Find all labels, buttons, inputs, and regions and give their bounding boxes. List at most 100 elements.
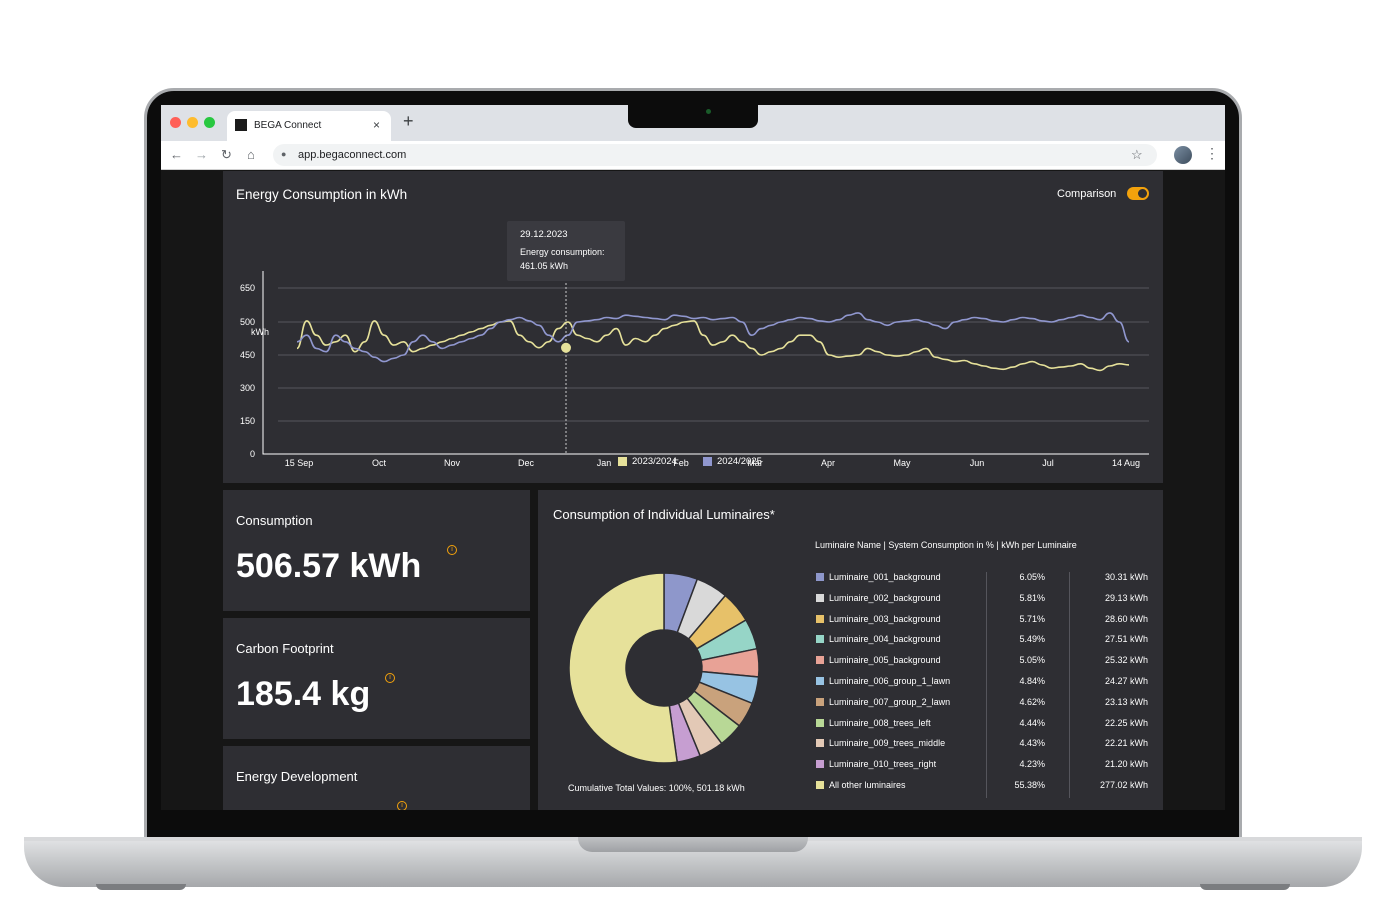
luminaire-swatch bbox=[816, 718, 824, 727]
hover-point[interactable] bbox=[561, 342, 571, 353]
y-tick-label: 500 bbox=[240, 317, 255, 327]
chart-axes bbox=[262, 271, 1149, 455]
luminaire-name: Luminaire_003_background bbox=[829, 613, 941, 624]
back-icon[interactable]: ← bbox=[170, 147, 183, 162]
maximize-window-button[interactable] bbox=[204, 117, 215, 128]
consumption-title: Consumption bbox=[236, 513, 313, 528]
browser-tab[interactable]: BEGA Connect × bbox=[227, 111, 391, 141]
chart-title: Energy Consumption in kWh bbox=[236, 187, 408, 202]
x-tick-label: 15 Sep bbox=[285, 458, 314, 468]
x-tick-label: Dec bbox=[518, 458, 535, 468]
luminaire-name: Luminaire_009_trees_middle bbox=[829, 738, 946, 749]
reload-icon[interactable]: ↻ bbox=[221, 147, 232, 163]
tooltip-label: Energy consumption: bbox=[520, 247, 605, 257]
tooltip-date: 29.12.2023 bbox=[520, 229, 568, 240]
luminaires-donut-chart bbox=[568, 572, 760, 764]
consumption-card: Consumption 506.57 kWh i bbox=[223, 490, 530, 611]
luminaire-swatch bbox=[816, 635, 824, 644]
luminaire-name: Luminaire_005_background bbox=[829, 655, 941, 666]
luminaire-percent: 55.38% bbox=[1014, 780, 1045, 790]
laptop-foot bbox=[96, 884, 186, 890]
new-tab-icon[interactable]: + bbox=[403, 111, 414, 132]
luminaire-percent: 5.49% bbox=[1019, 634, 1045, 645]
browser-menu-icon[interactable]: ⋮ bbox=[1205, 145, 1219, 162]
luminaire-swatch bbox=[816, 614, 824, 623]
profile-avatar[interactable] bbox=[1174, 146, 1192, 164]
bega-favicon-icon bbox=[235, 119, 247, 131]
laptop-open-notch bbox=[578, 837, 808, 852]
x-tick-label: Apr bbox=[821, 458, 835, 468]
luminaire-percent: 6.05% bbox=[1019, 572, 1045, 582]
laptop-screen: BEGA Connect × + ← → ↻ ⌂ ● app.begaconne… bbox=[161, 105, 1225, 810]
luminaires-card: Consumption of Individual Luminaires* Lu… bbox=[538, 490, 1163, 810]
carbon-footprint-value: 185.4 kg bbox=[236, 675, 371, 713]
bookmark-star-icon[interactable]: ☆ bbox=[1131, 147, 1143, 163]
luminaire-percent: 4.44% bbox=[1019, 717, 1045, 728]
minimize-window-button[interactable] bbox=[187, 117, 198, 128]
luminaire-name: Luminaire_008_trees_left bbox=[829, 717, 931, 728]
luminaire-swatch bbox=[816, 677, 824, 685]
y-tick-label: 300 bbox=[240, 383, 255, 393]
luminaire-percent: 4.84% bbox=[1019, 676, 1045, 686]
browser-address-bar: ← → ↻ ⌂ ● app.begaconnect.com ☆ ⋮ bbox=[161, 141, 1225, 170]
y-tick-label: 150 bbox=[240, 416, 255, 426]
luminaire-kwh: 29.13 kWh bbox=[1104, 592, 1148, 603]
luminaire-kwh: 28.60 kWh bbox=[1104, 613, 1148, 624]
series-line-2024-2025[interactable] bbox=[296, 312, 1130, 363]
comparison-toggle-knob bbox=[1138, 189, 1147, 198]
tab-close-icon[interactable]: × bbox=[373, 118, 380, 132]
x-tick-label: May bbox=[893, 458, 911, 468]
luminaire-name: Luminaire_004_background bbox=[829, 634, 941, 645]
camera-icon bbox=[706, 109, 711, 114]
screen-notch bbox=[628, 103, 758, 128]
energy-chart-card: kWh 0 150 300 450 500 650 15 Sep Oct Nov Dec Jan Feb… bbox=[223, 171, 1163, 483]
y-tick-label: 0 bbox=[250, 449, 255, 459]
laptop-foot bbox=[1200, 884, 1290, 890]
luminaire-percent: 4.23% bbox=[1019, 759, 1045, 770]
luminaire-percent: 4.43% bbox=[1019, 738, 1045, 749]
comparison-toggle[interactable] bbox=[1127, 187, 1149, 200]
series-line-2023-2024[interactable] bbox=[296, 320, 1130, 372]
legend-label-2023[interactable]: 2023/2024 bbox=[632, 456, 677, 467]
luminaire-percent: 5.71% bbox=[1019, 613, 1045, 624]
carbon-footprint-card: Carbon Footprint 185.4 kg i bbox=[223, 618, 530, 739]
consumption-value: 506.57 kWh bbox=[236, 547, 422, 585]
comparison-label: Comparison bbox=[1057, 188, 1117, 200]
luminaire-name: Luminaire_002_background bbox=[829, 592, 941, 603]
legend-label-2024[interactable]: 2024/2025 bbox=[717, 456, 762, 467]
y-tick-label: 450 bbox=[240, 350, 255, 360]
luminaire-kwh: 30.31 kWh bbox=[1104, 572, 1148, 582]
luminaire-kwh: 27.51 kWh bbox=[1104, 634, 1148, 645]
luminaire-name: Luminaire_007_group_2_lawn bbox=[829, 696, 951, 707]
luminaire-percent: 4.62% bbox=[1019, 696, 1045, 707]
luminaire-kwh: 21.20 kWh bbox=[1104, 759, 1148, 770]
carbon-footprint-info-icon[interactable]: i bbox=[385, 673, 395, 683]
luminaire-swatch bbox=[816, 739, 824, 748]
tooltip-value: 461.05 kWh bbox=[520, 261, 569, 271]
chart-tooltip: 29.12.2023 Energy consumption: 461.05 kW… bbox=[507, 221, 625, 281]
y-axis-unit: kWh bbox=[251, 327, 269, 337]
luminaire-name: Luminaire_010_trees_right bbox=[829, 759, 937, 770]
energy-development-info-icon[interactable]: i bbox=[397, 801, 407, 810]
luminaire-name: Luminaire_001_background bbox=[829, 572, 941, 582]
luminaire-swatch bbox=[816, 593, 824, 602]
luminaire-kwh: 24.27 kWh bbox=[1104, 676, 1148, 686]
luminaire-swatch bbox=[816, 573, 824, 581]
luminaire-kwh: 23.13 kWh bbox=[1104, 696, 1148, 707]
x-tick-label: Jun bbox=[970, 458, 985, 468]
luminaire-kwh: 277.02 kWh bbox=[1099, 780, 1148, 790]
consumption-info-icon[interactable]: i bbox=[447, 545, 457, 555]
home-icon[interactable]: ⌂ bbox=[247, 147, 255, 162]
energy-development-card: Energy Development i bbox=[223, 746, 530, 810]
luminaire-kwh: 22.21 kWh bbox=[1104, 738, 1148, 749]
cumulative-total: Cumulative Total Values: 100%, 501.18 kW… bbox=[568, 783, 745, 793]
donut-slice[interactable] bbox=[568, 572, 679, 764]
url-text: app.begaconnect.com bbox=[298, 149, 407, 161]
luminaire-percent: 5.81% bbox=[1019, 592, 1045, 603]
lock-icon: ● bbox=[281, 149, 287, 159]
forward-icon[interactable]: → bbox=[195, 147, 208, 162]
luminaire-name: All other luminaires bbox=[829, 780, 906, 790]
url-input[interactable]: ● app.begaconnect.com ☆ bbox=[273, 144, 1157, 166]
close-window-button[interactable] bbox=[170, 117, 181, 128]
luminaire-kwh: 22.25 kWh bbox=[1104, 717, 1148, 728]
